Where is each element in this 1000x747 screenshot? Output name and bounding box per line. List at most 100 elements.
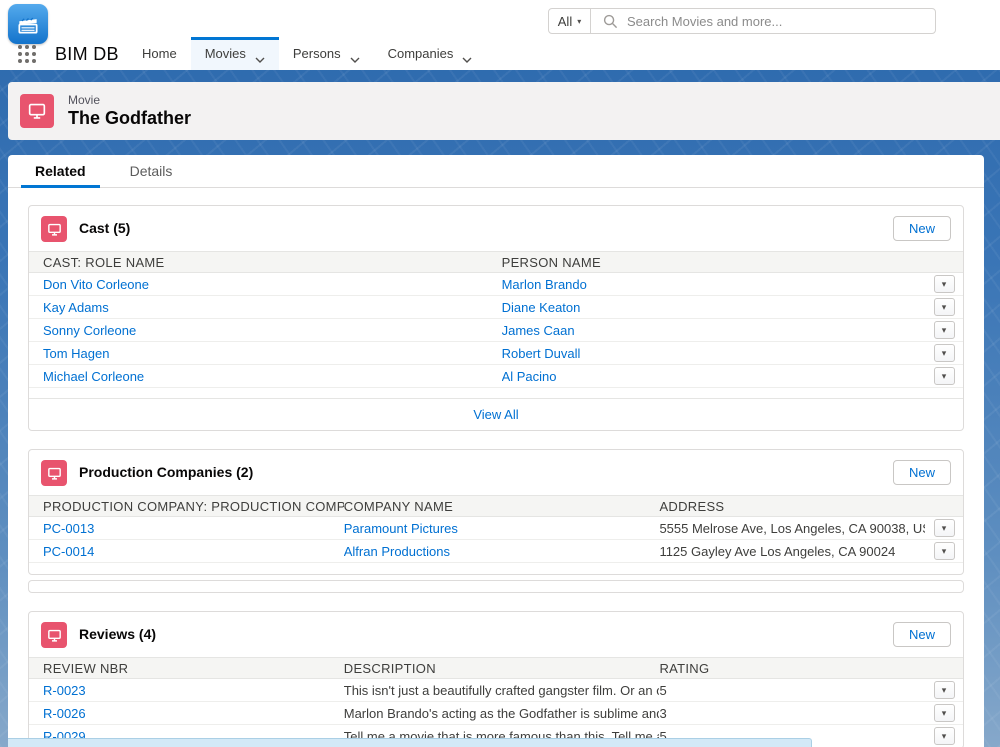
movie-object-icon — [41, 460, 67, 486]
column-header[interactable]: RATING — [659, 661, 925, 676]
table-body: PC-0013 Paramount Pictures 5555 Melrose Av… — [29, 517, 963, 563]
table-cell: 1125 Gayley Ave Los Angeles, CA 90024 — [659, 544, 925, 559]
tab-label: Related — [35, 163, 86, 179]
record-link[interactable]: James Caan — [502, 323, 575, 338]
column-header[interactable]: PERSON NAME — [502, 255, 925, 270]
new-button[interactable]: New — [893, 622, 951, 647]
related-list-header: Cast (5) New — [29, 206, 963, 251]
table-cell: PC-0014 — [29, 544, 344, 559]
nav-tab-movies[interactable]: Movies — [191, 37, 279, 70]
row-actions-dropdown-button[interactable]: ▾ — [934, 704, 955, 722]
tab-details[interactable]: Details — [116, 155, 187, 187]
row-actions-dropdown-button[interactable]: ▾ — [934, 344, 955, 362]
record-link[interactable]: Kay Adams — [43, 300, 109, 315]
chevron-down-icon[interactable] — [462, 51, 472, 57]
record-link[interactable]: Sonny Corleone — [43, 323, 136, 338]
record-link[interactable]: Don Vito Corleone — [43, 277, 149, 292]
row-actions-dropdown-button[interactable]: ▾ — [934, 298, 955, 316]
row-actions-dropdown-button[interactable]: ▾ — [934, 727, 955, 745]
record-header: Movie The Godfather — [8, 82, 1000, 140]
chevron-down-icon[interactable] — [255, 51, 265, 57]
row-actions-dropdown-button[interactable]: ▾ — [934, 275, 955, 293]
table-row: PC-0013 Paramount Pictures 5555 Melrose Av… — [29, 517, 963, 540]
app-launcher-icon[interactable] — [16, 44, 38, 66]
nav-tab-persons[interactable]: Persons — [279, 37, 374, 70]
related-list-title: Reviews (4) — [79, 626, 156, 642]
table-row: PC-0014 Alfran Productions 1125 Gayley Ave… — [29, 540, 963, 563]
global-search: All ▾ — [548, 8, 936, 34]
cell-text: 5555 Melrose Ave, Los Angeles, CA 90038,… — [659, 521, 925, 536]
record-link[interactable]: R-0023 — [43, 683, 86, 698]
column-header[interactable]: COMPANY NAME — [344, 499, 660, 514]
related-list-empty-footer — [28, 580, 964, 593]
table-body: R-0023This isn't just a beautifully craf… — [29, 679, 963, 747]
table-cell: R-0026 — [29, 706, 344, 721]
movie-object-icon — [41, 622, 67, 648]
new-button[interactable]: New — [893, 216, 951, 241]
cell-text: 3 — [659, 706, 666, 721]
cell-text: 5 — [659, 683, 666, 698]
column-header[interactable]: ADDRESS — [659, 499, 925, 514]
table-row: R-0023This isn't just a beautifully craf… — [29, 679, 963, 702]
related-list-header: Reviews (4) New — [29, 612, 963, 657]
movie-object-icon — [20, 94, 54, 128]
clapperboard-icon — [8, 4, 48, 44]
record-link[interactable]: R-0026 — [43, 706, 86, 721]
related-list-reviews: Reviews (4) New REVIEW NBRDESCRIPTIONRAT… — [28, 611, 964, 747]
table-cell: Marlon Brando's acting as the Godfather … — [344, 706, 660, 721]
table-cell: Diane Keaton — [502, 300, 925, 315]
cell-text: 1125 Gayley Ave Los Angeles, CA 90024 — [659, 544, 895, 559]
record-link[interactable]: Diane Keaton — [502, 300, 581, 315]
row-actions-dropdown-button[interactable]: ▾ — [934, 542, 955, 560]
column-header[interactable]: PRODUCTION COMPANY: PRODUCTION COMPANY N… — [29, 499, 344, 514]
column-header[interactable]: REVIEW NBR — [29, 661, 344, 676]
search-scope-button[interactable]: All ▾ — [549, 9, 591, 33]
table-row: Don Vito Corleone Marlon Brando ▾ — [29, 273, 963, 296]
caret-down-icon: ▾ — [577, 17, 581, 26]
table-cell: 3 — [659, 706, 925, 721]
record-link[interactable]: Robert Duvall — [502, 346, 581, 361]
nav-tab-companies[interactable]: Companies — [374, 37, 487, 70]
table-cell: Robert Duvall — [502, 346, 925, 361]
table-cell: 5 — [659, 683, 925, 698]
empty-row — [29, 563, 963, 574]
nav-tab-label: Companies — [388, 46, 454, 61]
record-type-label: Movie — [68, 93, 100, 107]
view-all-link[interactable]: View All — [473, 407, 518, 422]
table-cell: 5555 Melrose Ave, Los Angeles, CA 90038,… — [659, 521, 925, 536]
row-actions-cell: ▾ — [925, 344, 963, 362]
table-row: Michael Corleone Al Pacino ▾ — [29, 365, 963, 388]
nav-tab-home[interactable]: Home — [128, 37, 191, 70]
search-input[interactable] — [627, 14, 935, 29]
row-actions-dropdown-button[interactable]: ▾ — [934, 367, 955, 385]
record-link[interactable]: Alfran Productions — [344, 544, 450, 559]
record-link[interactable]: Michael Corleone — [43, 369, 144, 384]
browser-status-bar — [8, 738, 812, 747]
row-actions-dropdown-button[interactable]: ▾ — [934, 321, 955, 339]
column-header[interactable]: CAST: ROLE NAME — [29, 255, 502, 270]
nav-tab-label: Persons — [293, 46, 341, 61]
search-icon — [603, 14, 618, 29]
record-link[interactable]: Al Pacino — [502, 369, 557, 384]
table-cell: Sonny Corleone — [29, 323, 502, 338]
table-row: Sonny Corleone James Caan ▾ — [29, 319, 963, 342]
app-name: BIM DB — [55, 44, 119, 65]
chevron-down-icon[interactable] — [350, 51, 360, 57]
record-link[interactable]: Paramount Pictures — [344, 521, 458, 536]
global-header: BIM DB Home Movies Persons Companies All — [0, 0, 1000, 70]
row-actions-dropdown-button[interactable]: ▾ — [934, 519, 955, 537]
related-list-footer: View All — [29, 399, 963, 430]
record-link[interactable]: Marlon Brando — [502, 277, 587, 292]
record-link[interactable]: PC-0013 — [43, 521, 94, 536]
row-actions-cell: ▾ — [925, 275, 963, 293]
related-list-cast: Cast (5) New CAST: ROLE NAMEPERSON NAME … — [28, 205, 964, 431]
record-link[interactable]: Tom Hagen — [43, 346, 109, 361]
record-link[interactable]: PC-0014 — [43, 544, 94, 559]
column-header[interactable]: DESCRIPTION — [344, 661, 660, 676]
table-row: Tom Hagen Robert Duvall ▾ — [29, 342, 963, 365]
new-button[interactable]: New — [893, 460, 951, 485]
tab-related[interactable]: Related — [21, 155, 100, 187]
table-cell: Don Vito Corleone — [29, 277, 502, 292]
row-actions-dropdown-button[interactable]: ▾ — [934, 681, 955, 699]
record-body: Related Details Cast (5) New CAST: ROLE … — [8, 155, 984, 747]
